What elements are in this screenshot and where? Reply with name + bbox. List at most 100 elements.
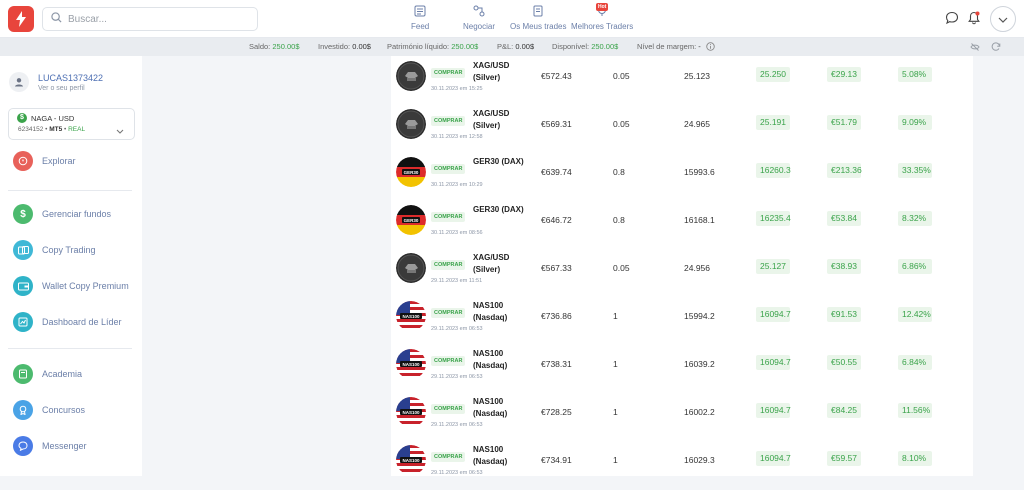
table-row[interactable]: GER30 COMPRAR GER30 (DAX) 30.11.2023 em 10:…: [391, 154, 973, 202]
trade-profit-percent: 6.86%: [898, 259, 932, 274]
stat-investido: Investido: 0.00$: [318, 42, 371, 51]
table-row[interactable]: GER30 COMPRAR GER30 (DAX) 30.11.2023 em 08:…: [391, 202, 973, 250]
refresh-icon[interactable]: [991, 42, 1001, 54]
table-row[interactable]: NAS100 COMPRAR NAS100 (Nasdaq) 29.11.2023 e…: [391, 394, 973, 442]
contest-icon: [13, 400, 33, 420]
profile-username[interactable]: LUCAS1373422: [38, 73, 103, 83]
trade-lots: 1: [613, 311, 618, 321]
table-row[interactable]: NAS100 COMPRAR NAS100 (Nasdaq) 29.11.2023 e…: [391, 298, 973, 346]
stat-pl: P&L: 0.00$: [497, 42, 534, 51]
search-icon: [51, 10, 62, 28]
table-row[interactable]: NAS100 COMPRAR NAS100 (Nasdaq) 29.11.2023 e…: [391, 346, 973, 394]
instrument-name[interactable]: NAS100 (Nasdaq): [473, 300, 533, 324]
open-price: 24.956: [684, 263, 710, 273]
instrument-logo: NAS100: [396, 301, 426, 331]
trade-amount: €738.31: [541, 359, 572, 369]
account-status-bar: Saldo: 250.00$ Investido: 0.00$ Patrimón…: [0, 38, 1024, 56]
trade-profit: €53.84: [827, 211, 861, 226]
search-box[interactable]: [42, 7, 258, 31]
instrument-name[interactable]: XAG/USD (Silver): [473, 252, 533, 276]
instrument-logo: [396, 109, 426, 139]
profile-block[interactable]: [9, 72, 29, 92]
trade-lots: 0.05: [613, 119, 630, 129]
buy-badge: COMPRAR: [431, 212, 466, 222]
nav-os-meus-trades[interactable]: Os Meus trades: [510, 5, 566, 31]
trade-amount: €567.33: [541, 263, 572, 273]
trade-lots: 1: [613, 359, 618, 369]
sidebar-item-explorar[interactable]: Explorar: [13, 151, 76, 171]
account-number: 6234152: [18, 126, 44, 133]
profile-link[interactable]: Ver o seu perfil: [38, 85, 85, 92]
trade-date: 30.11.2023 em 08:56: [431, 230, 483, 236]
sidebar-item-gerenciar-fundos[interactable]: $ Gerenciar fundos: [13, 204, 111, 224]
table-row[interactable]: COMPRAR XAG/USD (Silver) 29.11.2023 em 11:…: [391, 250, 973, 298]
feed-icon: [414, 5, 426, 22]
instrument-logo: [396, 61, 426, 91]
account-selector[interactable]: $ NAGA - USD 6234152 • MT5 • REAL: [8, 108, 135, 140]
instrument-name[interactable]: GER30 (DAX): [473, 156, 533, 168]
coin-label: NAS100: [402, 362, 420, 367]
instrument-name[interactable]: NAS100 (Nasdaq): [473, 396, 533, 420]
buy-badge: COMPRAR: [431, 308, 466, 318]
trade-profit-percent: 6.84%: [898, 355, 932, 370]
instrument-name[interactable]: XAG/USD (Silver): [473, 108, 533, 132]
trade-profit-percent: 11.56%: [898, 403, 932, 418]
trade-date: 30.11.2023 em 12:58: [431, 134, 483, 140]
trade-profit: €84.25: [827, 403, 861, 418]
instrument-logo: NAS100: [396, 445, 426, 475]
dashboard-icon: [13, 312, 33, 332]
trade-date: 29.11.2023 em 06:53: [431, 374, 483, 380]
trade-amount: €639.74: [541, 167, 572, 177]
open-price: 15994.2: [684, 311, 715, 321]
table-row[interactable]: NAS100 COMPRAR NAS100 (Nasdaq) 29.11.2023 e…: [391, 442, 973, 490]
current-price: 16235.4: [756, 211, 791, 226]
chevron-down-icon: [998, 10, 1008, 28]
explore-icon: [13, 151, 33, 171]
table-row[interactable]: COMPRAR XAG/USD (Silver) 30.11.2023 em 12:…: [391, 106, 973, 154]
sidebar-item-messenger[interactable]: Messenger: [13, 436, 87, 456]
instrument-name[interactable]: GER30 (DAX): [473, 204, 533, 216]
trade-profit: €213.36: [827, 163, 862, 178]
trade-date: 29.11.2023 em 06:53: [431, 422, 483, 428]
stat-saldo-label: Saldo:: [249, 42, 271, 51]
sidebar-item-wallet-copy-premium[interactable]: Wallet Copy Premium: [13, 276, 129, 296]
nav-feed[interactable]: Feed: [411, 5, 429, 31]
trade-profit: €29.13: [827, 67, 861, 82]
naga-logo[interactable]: [8, 6, 34, 32]
trade-profit-percent: 8.32%: [898, 211, 932, 226]
stat-margem: Nível de margem: -: [637, 42, 715, 53]
instrument-name[interactable]: NAS100 (Nasdaq): [473, 444, 533, 468]
trade-profit: €51.79: [827, 115, 861, 130]
chat-icon[interactable]: [945, 11, 959, 30]
buy-badge: COMPRAR: [431, 116, 466, 126]
copy-trading-icon: [13, 240, 33, 260]
stat-disponivel-label: Disponível:: [552, 42, 590, 51]
hide-balance-icon[interactable]: [970, 42, 980, 54]
sidebar-item-concursos[interactable]: Concursos: [13, 400, 85, 420]
nav-negociar[interactable]: Negociar: [463, 5, 495, 31]
info-icon[interactable]: [706, 42, 715, 53]
nav-melhores-traders[interactable]: Hot Melhores Traders: [571, 3, 633, 31]
account-platform: MT5: [49, 126, 63, 133]
instrument-name[interactable]: XAG/USD (Silver): [473, 60, 533, 84]
sidebar-item-label: Copy Trading: [42, 245, 96, 255]
open-price: 15993.6: [684, 167, 715, 177]
current-price: 16094.7: [756, 355, 791, 370]
trade-profit: €91.53: [827, 307, 861, 322]
trade-lots: 0.8: [613, 215, 625, 225]
avatar[interactable]: [9, 72, 29, 92]
search-input[interactable]: [68, 13, 248, 25]
instrument-name[interactable]: NAS100 (Nasdaq): [473, 348, 533, 372]
user-menu-button[interactable]: [990, 6, 1016, 32]
buy-badge: COMPRAR: [431, 404, 466, 414]
table-row[interactable]: COMPRAR XAG/USD (Silver) 30.11.2023 em 15:…: [391, 58, 973, 106]
current-price: 16094.7: [756, 307, 791, 322]
sidebar-item-dashboard-de-lider[interactable]: Dashboard de Líder: [13, 312, 122, 332]
stat-margem-label: Nível de margem:: [637, 42, 697, 51]
coin-label: GER30: [404, 218, 419, 223]
trade-date: 29.11.2023 em 11:51: [431, 278, 483, 284]
buy-badge: COMPRAR: [431, 260, 466, 270]
sidebar-item-academia[interactable]: Academia: [13, 364, 82, 384]
bell-icon[interactable]: [967, 11, 981, 30]
sidebar-item-copy-trading[interactable]: Copy Trading: [13, 240, 96, 260]
